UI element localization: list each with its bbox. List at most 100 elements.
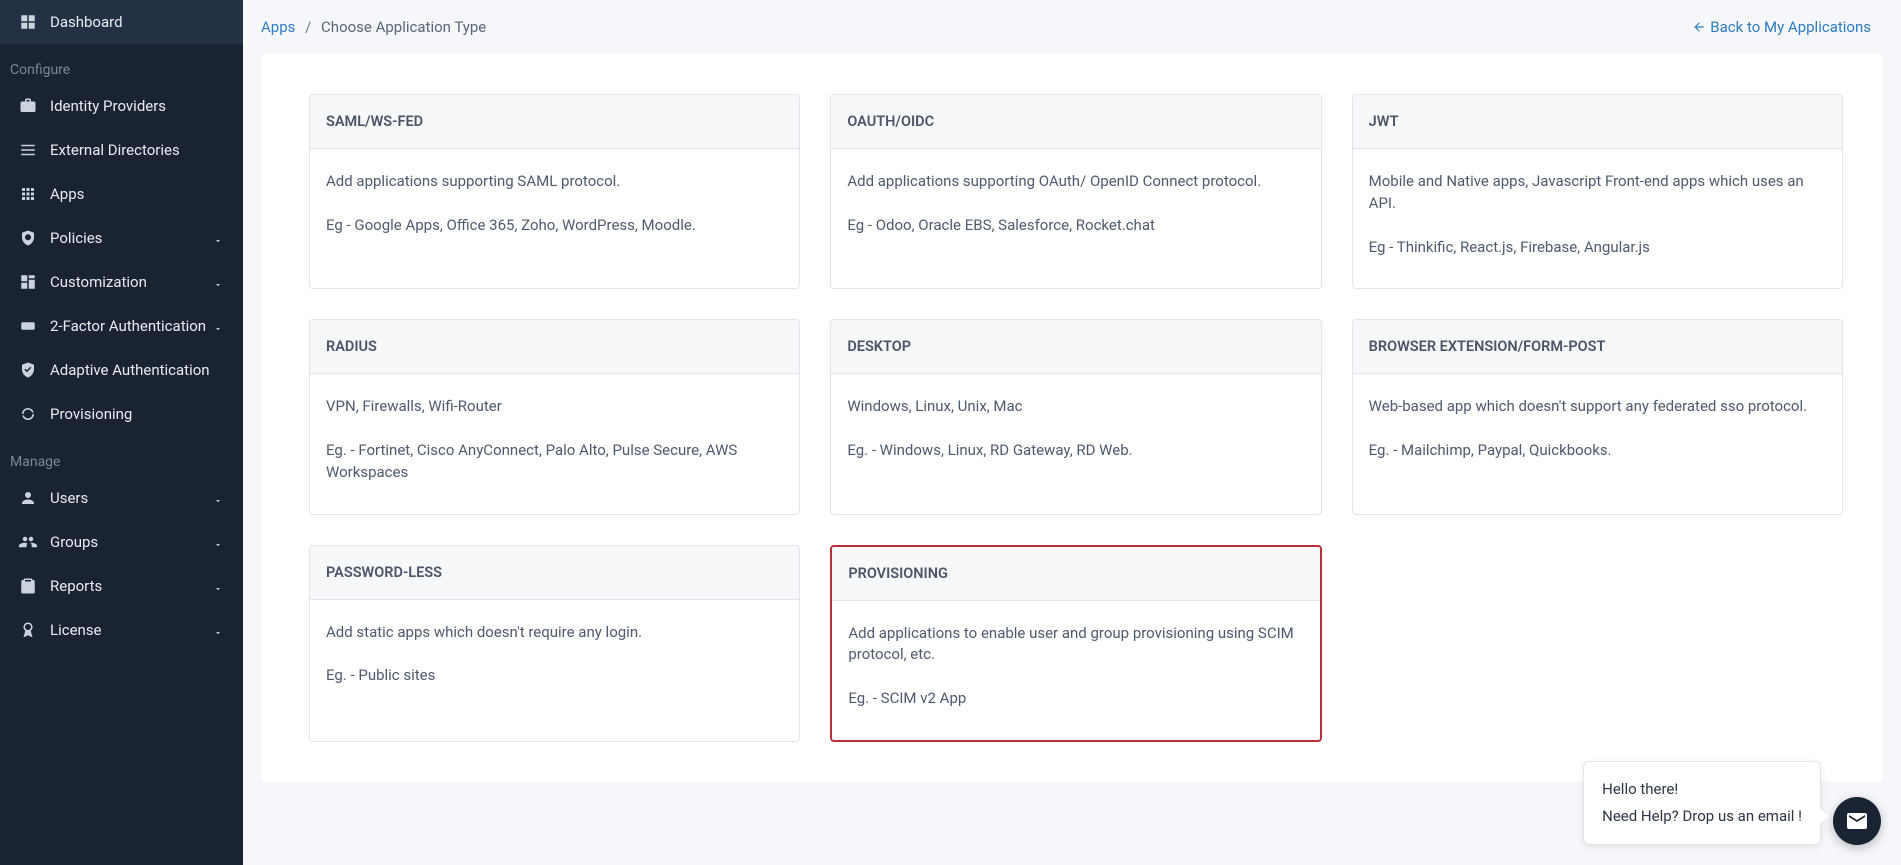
sidebar-label: Groups [50,533,98,551]
card-example: Eg - Google Apps, Office 365, Zoho, Word… [326,215,783,237]
sidebar-item-dashboard[interactable]: Dashboard [0,0,243,44]
card-oauth[interactable]: OAUTH/OIDC Add applications supporting O… [830,94,1321,289]
main-content: Apps / Choose Application Type Back to M… [243,0,1901,865]
sidebar-label: Provisioning [50,405,132,423]
sidebar-item-customization[interactable]: Customization [0,260,243,304]
chevron-down-icon [213,492,225,504]
shield-gear-icon [18,228,38,248]
user-icon [18,488,38,508]
sidebar-item-policies[interactable]: Policies [0,216,243,260]
card-example: Eg. - Fortinet, Cisco AnyConnect, Palo A… [326,440,783,484]
sidebar-label: Apps [50,185,84,203]
chat-widget: Hello there! Need Help? Drop us an email… [1583,761,1881,845]
sidebar-item-2fa[interactable]: 2-Factor Authentication [0,304,243,348]
content-panel: SAML/WS-FED Add applications supporting … [261,54,1883,782]
sidebar-item-license[interactable]: License [0,608,243,652]
sidebar-label: Customization [50,273,147,291]
chevron-down-icon [213,536,225,548]
chevron-down-icon [213,580,225,592]
breadcrumb-apps-link[interactable]: Apps [261,18,295,36]
sidebar-label: Users [50,489,88,507]
card-example: Eg. - Windows, Linux, RD Gateway, RD Web… [847,440,1304,462]
sidebar: Dashboard Configure Identity Providers E… [0,0,243,865]
sidebar-label: 2-Factor Authentication [50,317,206,335]
sidebar-label: License [50,621,102,639]
chevron-down-icon [213,624,225,636]
sidebar-item-groups[interactable]: Groups [0,520,243,564]
sidebar-label: Reports [50,577,102,595]
card-jwt[interactable]: JWT Mobile and Native apps, Javascript F… [1352,94,1843,289]
dashboard-icon [18,12,38,32]
card-description: Mobile and Native apps, Javascript Front… [1369,171,1826,215]
card-title: SAML/WS-FED [310,95,799,149]
breadcrumb-separator: / [305,18,311,36]
grid-icon [18,184,38,204]
sidebar-section-configure: Configure [0,44,243,84]
arrow-left-icon [1692,20,1706,34]
sidebar-section-manage: Manage [0,436,243,476]
back-to-apps-link[interactable]: Back to My Applications [1692,18,1871,36]
briefcase-icon [18,96,38,116]
sidebar-label: Identity Providers [50,97,166,115]
card-title: PASSWORD-LESS [310,546,799,600]
card-title: PROVISIONING [832,547,1319,601]
card-description: Add applications supporting SAML protoco… [326,171,783,193]
card-example: Eg. - SCIM v2 App [848,688,1303,710]
card-desktop[interactable]: DESKTOP Windows, Linux, Unix, Mac Eg. - … [830,319,1321,514]
card-body: Web-based app which doesn't support any … [1353,374,1842,492]
sync-users-icon [18,404,38,424]
card-body: Add applications to enable user and grou… [832,601,1319,740]
card-description: VPN, Firewalls, Wifi-Router [326,396,783,418]
chat-arrow [1820,808,1830,824]
card-description: Add applications to enable user and grou… [848,623,1303,667]
card-body: Add applications supporting OAuth/ OpenI… [831,149,1320,267]
sidebar-label: Dashboard [50,13,123,31]
sidebar-label: External Directories [50,141,180,159]
sidebar-item-reports[interactable]: Reports [0,564,243,608]
sidebar-item-adaptive-auth[interactable]: Adaptive Authentication [0,348,243,392]
card-body: Mobile and Native apps, Javascript Front… [1353,149,1842,288]
list-icon [18,140,38,160]
card-title: OAUTH/OIDC [831,95,1320,149]
card-title: RADIUS [310,320,799,374]
card-radius[interactable]: RADIUS VPN, Firewalls, Wifi-Router Eg. -… [309,319,800,514]
chat-prompt: Need Help? Drop us an email ! [1602,803,1802,830]
breadcrumb: Apps / Choose Application Type [261,18,486,36]
app-type-grid: SAML/WS-FED Add applications supporting … [309,94,1843,742]
card-saml[interactable]: SAML/WS-FED Add applications supporting … [309,94,800,289]
ribbon-icon [18,620,38,640]
chevron-down-icon [213,232,225,244]
card-description: Add applications supporting OAuth/ OpenI… [847,171,1304,193]
card-passwordless[interactable]: PASSWORD-LESS Add static apps which does… [309,545,800,742]
card-body: VPN, Firewalls, Wifi-Router Eg. - Fortin… [310,374,799,513]
sidebar-item-apps[interactable]: Apps [0,172,243,216]
shield-check-icon [18,360,38,380]
card-description: Web-based app which doesn't support any … [1369,396,1826,418]
sidebar-item-identity-providers[interactable]: Identity Providers [0,84,243,128]
card-description: Add static apps which doesn't require an… [326,622,783,644]
chat-bubble: Hello there! Need Help? Drop us an email… [1583,761,1821,845]
chevron-down-icon [213,320,225,332]
clipboard-icon [18,576,38,596]
card-example: Eg - Odoo, Oracle EBS, Salesforce, Rocke… [847,215,1304,237]
card-title: JWT [1353,95,1842,149]
card-title: BROWSER EXTENSION/FORM-POST [1353,320,1842,374]
card-body: Add static apps which doesn't require an… [310,600,799,718]
chevron-down-icon [213,276,225,288]
card-browser-extension[interactable]: BROWSER EXTENSION/FORM-POST Web-based ap… [1352,319,1843,514]
card-body: Add applications supporting SAML protoco… [310,149,799,267]
sidebar-label: Adaptive Authentication [50,361,210,379]
card-provisioning[interactable]: PROVISIONING Add applications to enable … [830,545,1321,742]
chat-open-button[interactable] [1833,797,1881,845]
mail-icon [1845,809,1869,833]
badge-123-icon [18,316,38,336]
back-link-label: Back to My Applications [1710,18,1871,36]
card-description: Windows, Linux, Unix, Mac [847,396,1304,418]
sidebar-item-provisioning[interactable]: Provisioning [0,392,243,436]
sidebar-label: Policies [50,229,102,247]
sidebar-item-external-directories[interactable]: External Directories [0,128,243,172]
customize-icon [18,272,38,292]
card-example: Eg. - Mailchimp, Paypal, Quickbooks. [1369,440,1826,462]
sidebar-item-users[interactable]: Users [0,476,243,520]
card-body: Windows, Linux, Unix, Mac Eg. - Windows,… [831,374,1320,492]
